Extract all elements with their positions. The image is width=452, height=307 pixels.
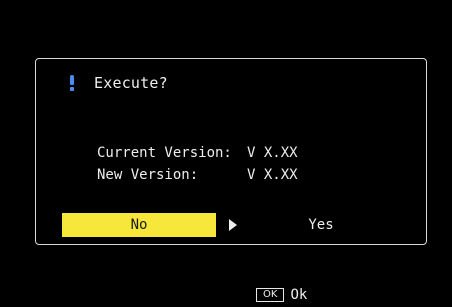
right-arrow-icon [229, 219, 237, 231]
new-version-value: V X.XX [247, 167, 298, 183]
current-version-label: Current Version: [97, 145, 232, 161]
ok-action-label: Ok [290, 287, 308, 303]
new-version-row: New Version: V X.XX [97, 167, 298, 183]
dialog-title: Execute? [94, 74, 168, 92]
exclamation-icon [68, 73, 76, 93]
current-version-value: V X.XX [247, 145, 298, 161]
new-version-label: New Version: [97, 167, 199, 183]
current-version-row: Current Version: V X.XX [97, 145, 298, 161]
dialog-header: Execute? [68, 73, 168, 93]
ok-key-icon: OK [256, 288, 285, 302]
no-button[interactable]: No [62, 213, 216, 237]
confirm-dialog: Execute? Current Version: V X.XX New Vers… [35, 58, 427, 245]
footer-hint: OK Ok [256, 287, 307, 303]
camera-screen: Execute? Current Version: V X.XX New Vers… [0, 0, 452, 307]
yes-button[interactable]: Yes [286, 213, 356, 237]
